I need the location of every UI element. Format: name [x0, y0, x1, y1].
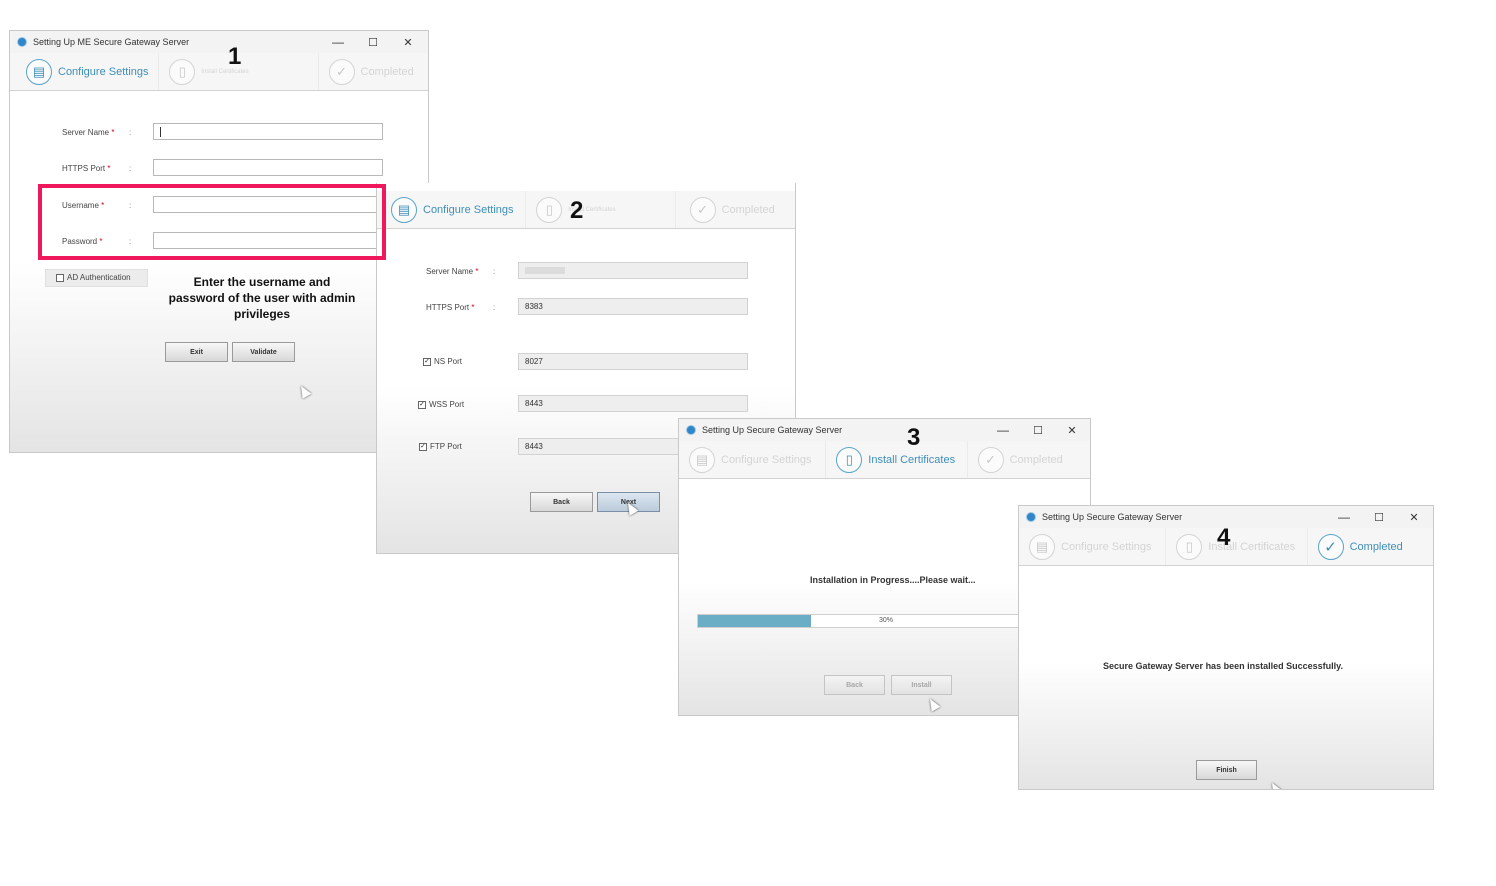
ad-authentication-checkbox[interactable]: AD Authentication: [45, 269, 148, 287]
checkmark-icon: ✓: [328, 58, 355, 85]
step-completed: ✓ Completed: [1308, 528, 1433, 565]
server-name-input[interactable]: [518, 262, 748, 279]
checkbox-icon: [56, 273, 64, 282]
app-logo-icon: [17, 37, 27, 47]
server-settings-icon: ▤: [689, 446, 715, 473]
back-button[interactable]: Back: [530, 492, 593, 512]
certificate-icon: ▯: [836, 446, 863, 473]
step-label: Configure Settings: [721, 453, 812, 466]
step-label: Install Certificates: [868, 453, 956, 466]
steps-bar: ▤ Configure Settings ▯ Install Certifica…: [10, 53, 428, 91]
wss-port-input[interactable]: 8443: [518, 395, 748, 412]
step-install-certificates: ▯ Install Certificates: [826, 441, 968, 478]
title-bar: Setting Up ME Secure Gateway Server — ☐ …: [10, 31, 428, 53]
colon: :: [493, 267, 496, 276]
checkmark-icon: ✓: [1317, 533, 1344, 560]
window-title: Setting Up Secure Gateway Server: [1042, 512, 1183, 522]
install-button[interactable]: Install: [891, 675, 952, 695]
minimize-icon[interactable]: —: [985, 419, 1021, 441]
minimize-icon[interactable]: —: [1326, 506, 1362, 528]
step-label: Configure Settings: [1061, 540, 1152, 553]
checkmark-icon: ✓: [689, 196, 716, 223]
https-port-input[interactable]: 8383: [518, 298, 748, 315]
certificate-icon: ▯: [169, 58, 196, 85]
title-bar: Setting Up Secure Gateway Server — ☐ ✕: [679, 419, 1090, 441]
step-number-1: 1: [228, 43, 242, 70]
app-logo-icon: [686, 425, 696, 435]
server-name-label: Server Name *: [426, 267, 479, 276]
close-icon[interactable]: ✕: [1396, 506, 1432, 528]
colon: :: [493, 303, 496, 312]
steps-bar: ▤ Configure Settings ▯ Install Certifica…: [679, 441, 1090, 479]
step-completed: ✓ Completed: [319, 53, 428, 90]
step-label: Configure Settings: [58, 65, 149, 78]
step-label: Completed: [1349, 540, 1403, 553]
step-number-2: 2: [570, 197, 584, 224]
window-title: Setting Up ME Secure Gateway Server: [33, 37, 190, 47]
blurred-value: [525, 267, 565, 275]
step-label: Completed: [721, 203, 775, 216]
close-icon[interactable]: ✕: [1054, 419, 1090, 441]
step-install-certificates: ▯ Install Certificates: [1166, 528, 1308, 565]
step-configure-settings: ▤ Configure Settings: [10, 53, 160, 90]
text-caret: [160, 126, 161, 137]
server-settings-icon: ▤: [1029, 533, 1055, 560]
mouse-cursor-icon: [925, 696, 941, 712]
mouse-cursor-icon: [296, 383, 312, 399]
https-port-label: HTTPS Port *: [426, 303, 475, 312]
mouse-cursor-icon: [1267, 780, 1283, 789]
note-line: Enter the username and: [193, 275, 331, 289]
certificate-icon: ▯: [1176, 533, 1203, 560]
app-logo-icon: [1026, 512, 1036, 522]
step-label: Completed: [1009, 453, 1063, 466]
colon: :: [129, 164, 132, 173]
ad-authentication-label: AD Authentication: [67, 273, 131, 282]
close-icon[interactable]: ✕: [390, 31, 426, 53]
step-configure-settings: ▤ Configure Settings: [1019, 528, 1167, 565]
checkbox-checked-icon: ✓: [423, 357, 431, 366]
step-completed: ✓ Completed: [968, 441, 1090, 478]
success-message: Secure Gateway Server has been installed…: [1103, 661, 1343, 671]
credentials-instruction-note: Enter the username and password of the u…: [158, 274, 366, 322]
server-settings-icon: ▤: [26, 58, 52, 85]
server-name-input[interactable]: [153, 123, 383, 140]
checkbox-checked-icon: ✓: [419, 442, 427, 451]
server-settings-icon: ▤: [391, 196, 417, 223]
maximize-icon[interactable]: ☐: [1361, 506, 1397, 528]
ns-port-input[interactable]: 8027: [518, 353, 748, 370]
validate-button[interactable]: Validate: [232, 342, 295, 362]
credentials-highlight-box: [38, 184, 386, 260]
note-line: privileges: [233, 307, 291, 321]
server-name-label: Server Name *: [62, 128, 115, 137]
checkbox-checked-icon: ✓: [418, 400, 426, 409]
exit-button[interactable]: Exit: [165, 342, 228, 362]
ftp-port-checkbox[interactable]: ✓ FTP Port: [419, 442, 462, 451]
step-configure-settings: ▤ Configure Settings: [377, 191, 527, 228]
https-port-label: HTTPS Port *: [62, 164, 111, 173]
steps-bar: ▤ Configure Settings ▯ Install Certifica…: [377, 191, 795, 229]
https-port-input[interactable]: [153, 159, 383, 176]
step-label: Install Certificates: [201, 68, 249, 75]
step-label: Completed: [360, 65, 414, 78]
finish-button[interactable]: Finish: [1196, 760, 1257, 780]
ns-port-checkbox[interactable]: ✓ NS Port: [423, 357, 462, 366]
step-number-4: 4: [1217, 524, 1231, 551]
step-configure-settings: ▤ Configure Settings: [679, 441, 827, 478]
maximize-icon[interactable]: ☐: [1020, 419, 1056, 441]
certificate-icon: ▯: [536, 196, 563, 223]
maximize-icon[interactable]: ☐: [355, 31, 391, 53]
colon: :: [129, 128, 132, 137]
installation-status-message: Installation in Progress....Please wait.…: [810, 575, 976, 585]
note-line: password of the user with admin: [168, 291, 356, 305]
window-title: Setting Up Secure Gateway Server: [702, 425, 843, 435]
step-completed: ✓ Completed: [676, 191, 795, 228]
back-button[interactable]: Back: [824, 675, 885, 695]
minimize-icon[interactable]: —: [320, 31, 356, 53]
step-number-3: 3: [907, 424, 921, 451]
step-label: Configure Settings: [423, 203, 514, 216]
wss-port-checkbox[interactable]: ✓ WSS Port: [418, 400, 464, 409]
checkmark-icon: ✓: [977, 446, 1004, 473]
step-install-certificates: ▯ Install Certificates: [526, 191, 676, 228]
